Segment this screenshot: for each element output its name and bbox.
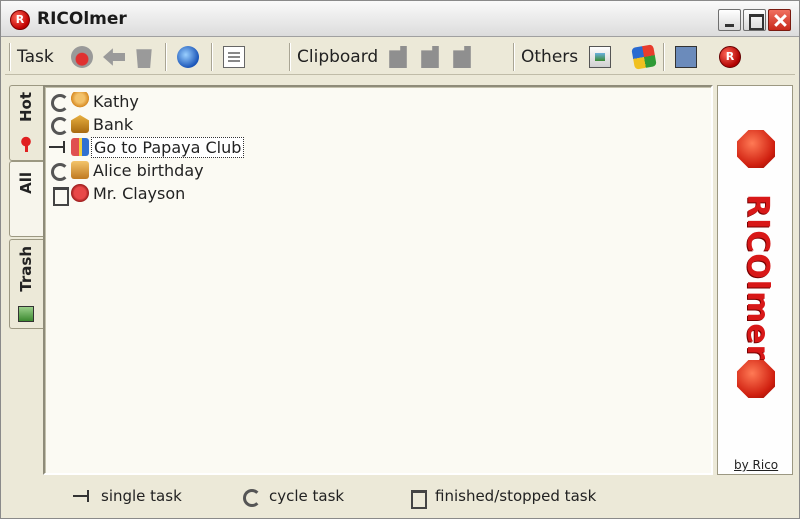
legend-bar: single task cycle task finished/stopped … [1, 479, 799, 517]
task-name: Kathy [93, 91, 139, 111]
task-name: Alice birthday [93, 160, 204, 180]
document-icon[interactable] [223, 46, 245, 68]
trash-icon [407, 487, 427, 509]
single-task-icon [49, 138, 69, 156]
toolbar-separator [513, 43, 515, 71]
others-group-label: Others [521, 47, 579, 67]
stop-hand-icon [737, 130, 775, 168]
fist-icon [737, 360, 775, 398]
box-icon [71, 161, 89, 179]
legend-finished-label: finished/stopped task [435, 487, 597, 505]
task-name: Bank [93, 114, 134, 134]
clipboard-group-label: Clipboard [297, 47, 379, 67]
search-icon[interactable] [675, 46, 697, 68]
list-item[interactable]: Mr. Clayson [49, 182, 187, 206]
toolbar-separator [663, 43, 665, 71]
toolbar-separator [289, 43, 291, 71]
task-name: Mr. Clayson [93, 183, 186, 203]
windows-icon[interactable] [631, 44, 657, 70]
toolbar-separator [211, 43, 213, 71]
bank-icon [71, 115, 89, 133]
author-link[interactable]: by Rico [734, 458, 778, 472]
list-item[interactable]: Bank [49, 113, 135, 135]
heart-icon [71, 184, 89, 202]
brand-logo-text: RICOlmer [740, 194, 775, 361]
cycle-task-icon [49, 115, 69, 135]
legend-single-label: single task [101, 487, 182, 505]
task-group-label: Task [17, 47, 54, 67]
list-item[interactable]: Alice birthday [49, 159, 206, 181]
hot-task-icon[interactable] [71, 46, 93, 68]
globe-icon[interactable] [177, 46, 199, 68]
toolbar-separator [165, 43, 167, 71]
list-item[interactable]: Kathy [49, 90, 141, 112]
window-title: RICOlmer [37, 9, 127, 29]
maximize-button[interactable] [743, 9, 766, 31]
tab-hot[interactable]: Hot [9, 85, 43, 161]
legend-cycle: cycle task [241, 487, 345, 507]
clipboard-copy-icon[interactable] [389, 46, 407, 68]
gift-icon [71, 138, 89, 156]
clipboard-cut-icon[interactable] [421, 46, 439, 68]
cycle-task-icon [241, 487, 261, 507]
cycle-task-icon [49, 161, 69, 181]
legend-single: single task [73, 487, 182, 505]
minimize-button[interactable] [718, 9, 741, 31]
vertical-tabs: Hot All Trash [9, 85, 43, 475]
delete-icon[interactable] [136, 49, 152, 68]
toolbar: Task Clipboard Others [5, 39, 795, 75]
image-icon[interactable] [589, 46, 611, 68]
legend-finished: finished/stopped task [407, 487, 597, 509]
trash-icon [49, 184, 69, 206]
tab-all-label: All [17, 172, 35, 194]
recycle-icon [18, 306, 34, 322]
ricolmer-logo-icon[interactable] [719, 46, 741, 68]
task-name: Go to Papaya Club [91, 136, 245, 158]
tab-trash-label: Trash [17, 246, 35, 292]
app-window: RICOlmer Task Clipboard Others Hot [0, 0, 800, 519]
brand-panel: RICOlmer by Rico [717, 85, 793, 475]
back-arrow-icon[interactable] [103, 48, 125, 66]
tab-all[interactable]: All [9, 161, 43, 237]
hot-icon [18, 136, 34, 152]
tab-trash[interactable]: Trash [9, 239, 43, 329]
tab-hot-label: Hot [17, 92, 35, 123]
legend-cycle-label: cycle task [269, 487, 345, 505]
close-button[interactable] [768, 9, 791, 31]
person-icon [71, 92, 89, 110]
single-task-icon [73, 487, 93, 505]
clipboard-paste-icon[interactable] [453, 46, 471, 68]
task-list[interactable]: Kathy Bank Go to Papaya Club Alice birth… [43, 85, 713, 475]
toolbar-separator [9, 43, 11, 71]
title-bar[interactable]: RICOlmer [1, 1, 799, 37]
cycle-task-icon [49, 92, 69, 112]
app-logo-icon[interactable] [10, 10, 30, 30]
list-item[interactable]: Go to Papaya Club [49, 136, 245, 158]
